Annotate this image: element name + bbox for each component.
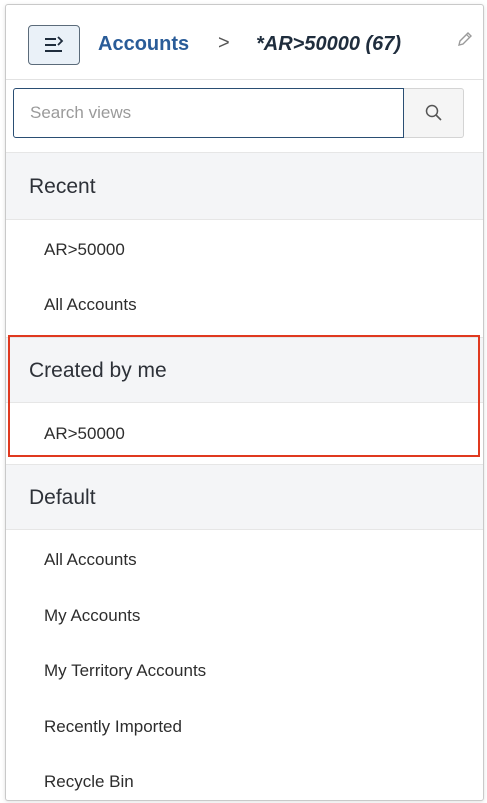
view-item-recent-ar50000[interactable]: AR>50000 <box>44 240 125 260</box>
view-item-created-ar50000[interactable]: AR>50000 <box>44 424 125 444</box>
list-toggle-icon <box>45 36 64 52</box>
pencil-icon[interactable] <box>455 29 475 54</box>
search-button[interactable] <box>404 88 464 138</box>
search-icon <box>425 104 442 121</box>
views-panel: Accounts > *AR>50000 (67) Recent AR>5000… <box>5 4 484 801</box>
search-views-input[interactable] <box>13 88 404 138</box>
section-header-created-by-me: Created by me <box>6 337 483 403</box>
view-item-all-accounts[interactable]: All Accounts <box>44 550 137 570</box>
section-header-recent: Recent <box>6 152 483 220</box>
view-item-recent-all-accounts[interactable]: All Accounts <box>44 295 137 315</box>
breadcrumb-accounts-link[interactable]: Accounts <box>98 33 189 56</box>
view-item-my-accounts[interactable]: My Accounts <box>44 606 140 626</box>
breadcrumb-separator: > <box>218 32 230 54</box>
current-view-title: *AR>50000 (67) <box>256 33 402 55</box>
view-item-my-territory-accounts[interactable]: My Territory Accounts <box>44 661 206 681</box>
search-views-bar <box>13 88 464 138</box>
panel-header: Accounts > *AR>50000 (67) <box>6 5 483 80</box>
section-header-default: Default <box>6 464 483 530</box>
view-item-recently-imported[interactable]: Recently Imported <box>44 717 182 737</box>
view-item-recycle-bin[interactable]: Recycle Bin <box>44 772 134 792</box>
view-list-toggle-button[interactable] <box>28 25 80 65</box>
